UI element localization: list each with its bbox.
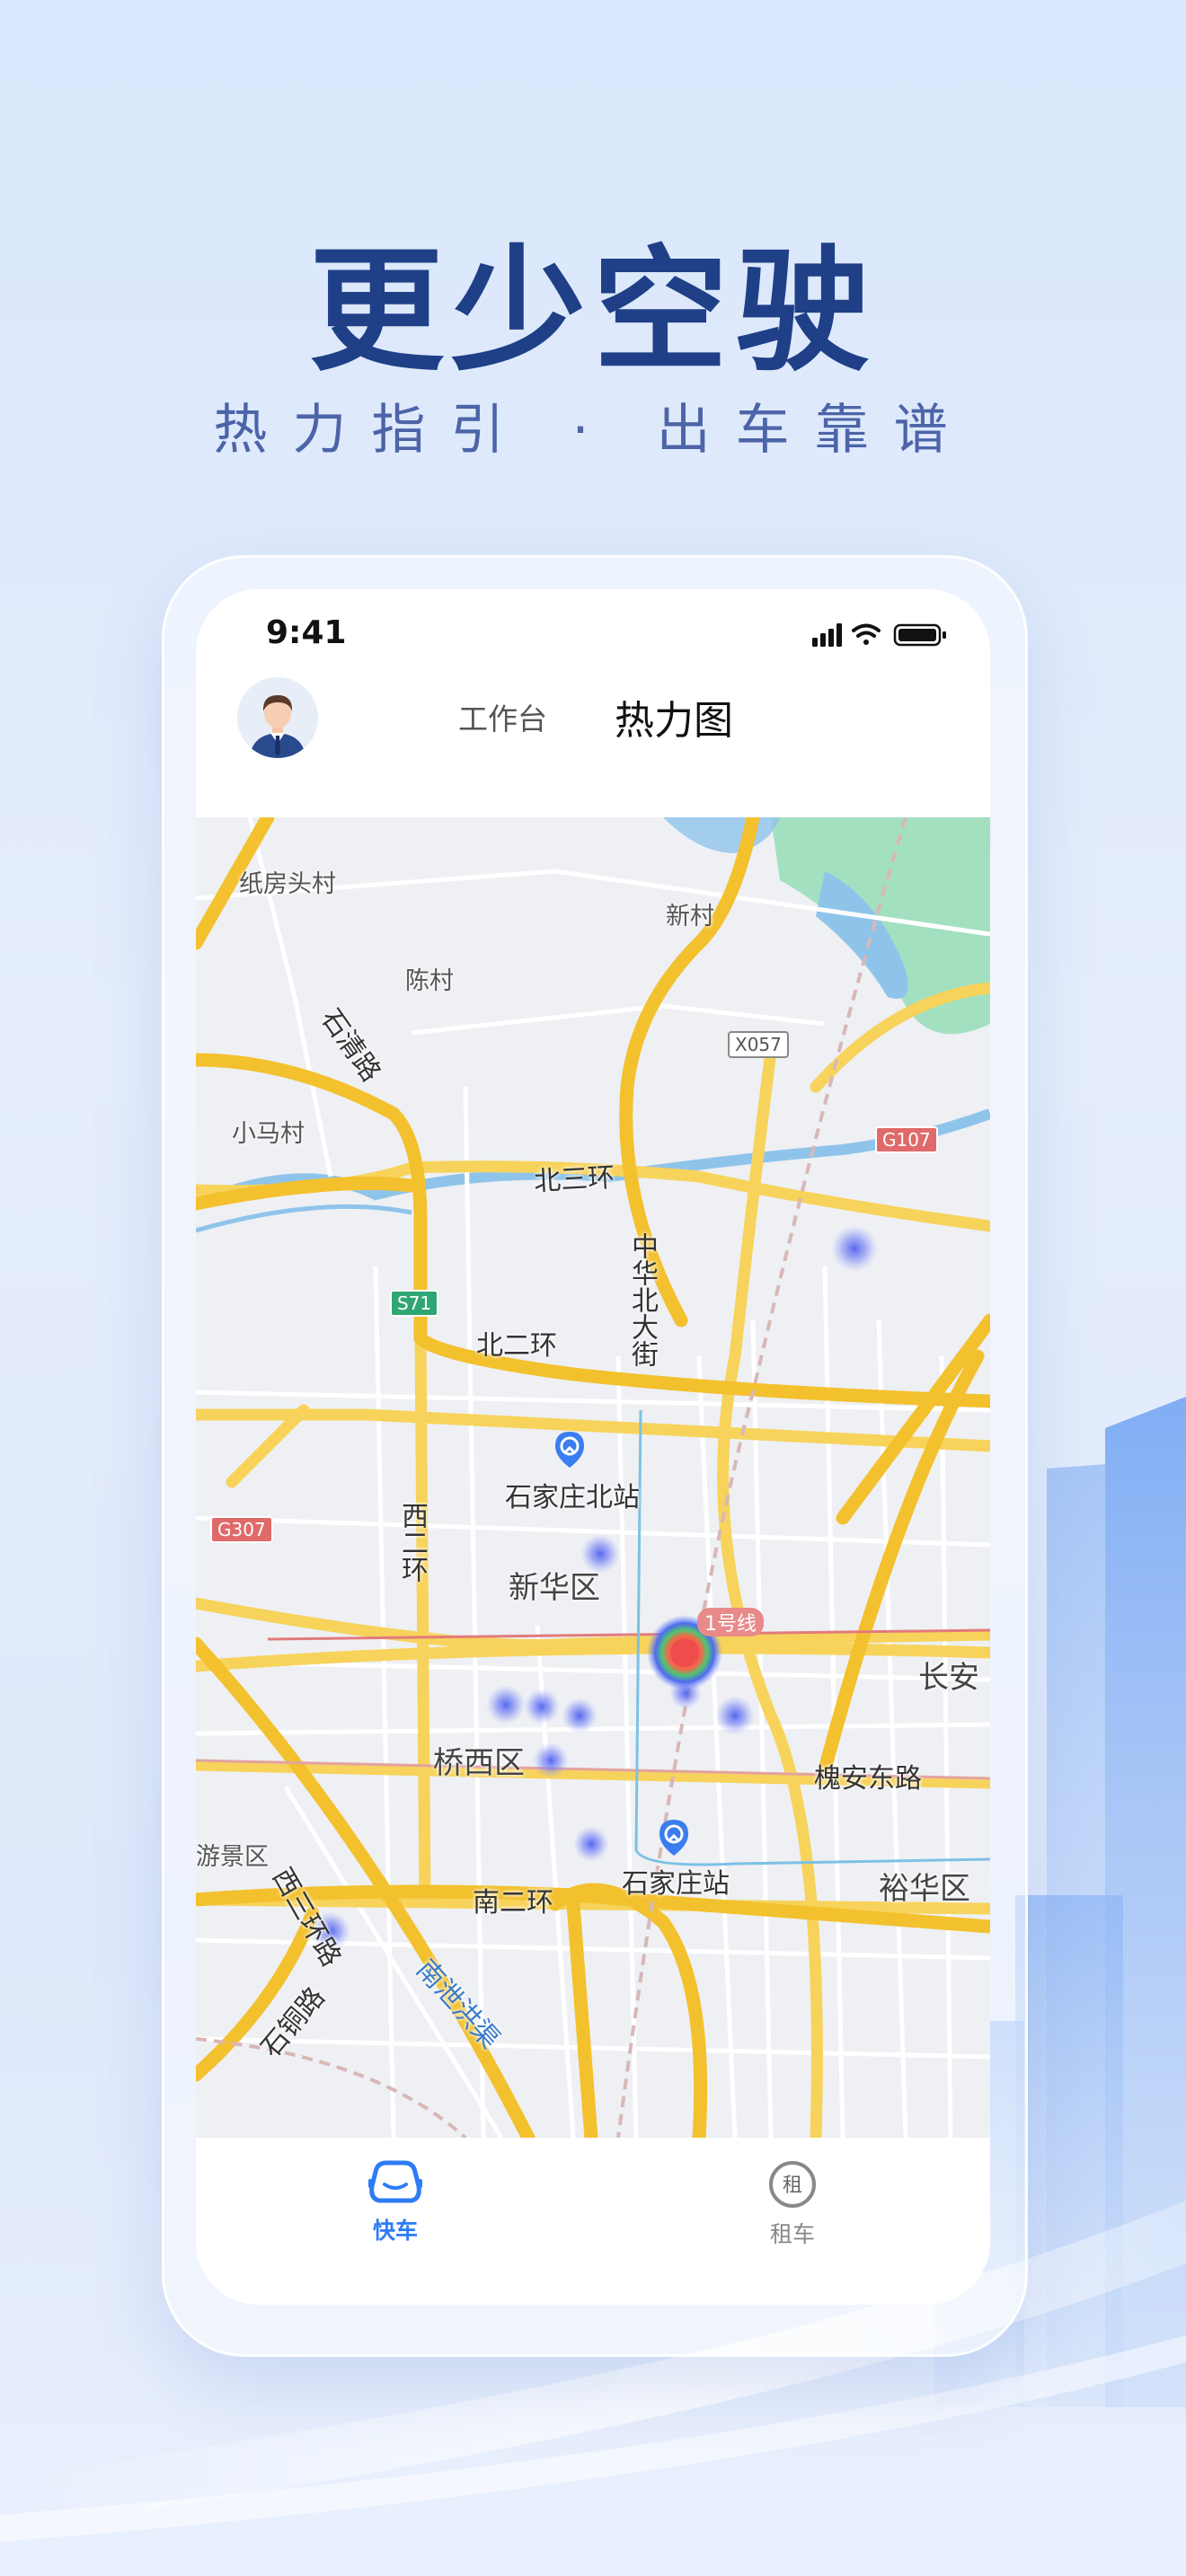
place-label: 游景区 xyxy=(196,1843,269,1871)
tab-heatmap[interactable]: 热力图 xyxy=(615,688,733,745)
station-label[interactable]: 石家庄站 xyxy=(622,1861,730,1901)
zuche-icon-char: 租 xyxy=(783,2175,802,2197)
road-shield: G307 xyxy=(210,1516,273,1543)
place-label: 纸房头村 xyxy=(239,870,336,898)
district-label: 新华区 xyxy=(509,1570,600,1606)
road-shield: G107 xyxy=(875,1126,938,1153)
status-icons xyxy=(812,623,946,647)
tab-zuche-label: 租车 xyxy=(769,2221,815,2247)
bottom-tabbar: 快车 租 租车 xyxy=(196,2138,990,2305)
road-label: 北二环 xyxy=(476,1330,557,1362)
railway-station-icon[interactable] xyxy=(656,1818,692,1857)
road-shield: S71 xyxy=(390,1290,439,1317)
headline: 更少空驶 xyxy=(308,234,877,390)
station-label[interactable]: 石家庄北站 xyxy=(505,1475,640,1514)
tab-zuche[interactable]: 租 租车 xyxy=(730,2159,855,2249)
place-label: 陈村 xyxy=(405,967,454,995)
driver-avatar-icon[interactable] xyxy=(237,677,318,758)
district-label: 裕华区 xyxy=(879,1871,970,1907)
road-label: 北三环 xyxy=(533,1161,616,1198)
road-label: 中华北大街 xyxy=(626,1232,658,1367)
district-label: 长安 xyxy=(918,1660,979,1696)
tab-kuaiche-label: 快车 xyxy=(372,2218,418,2244)
place-label: 小马村 xyxy=(232,1120,305,1148)
battery-icon xyxy=(893,623,946,647)
road-label: 南二环 xyxy=(473,1887,553,1919)
place-label: 新村 xyxy=(666,903,714,931)
status-bar: 9:41 xyxy=(196,589,990,679)
road-shield: X057 xyxy=(728,1031,789,1058)
heat-map[interactable]: 纸房头村 新村 陈村 小马村 新华区 桥西区 裕华区 长安 游景区 石清路 北三… xyxy=(196,817,990,2138)
signal-icon xyxy=(812,623,842,647)
status-time: 9:41 xyxy=(266,614,347,651)
district-label: 桥西区 xyxy=(433,1745,525,1781)
rent-circle-icon: 租 xyxy=(769,2161,816,2208)
road-label: 西二环 xyxy=(396,1502,428,1583)
road-label: 槐安东路 xyxy=(814,1763,922,1795)
tab-workbench[interactable]: 工作台 xyxy=(458,695,547,738)
metro-line-label: 1号线 xyxy=(697,1608,764,1636)
tab-kuaiche[interactable]: 快车 xyxy=(332,2159,458,2245)
wifi-icon xyxy=(852,623,881,645)
railway-station-icon[interactable] xyxy=(552,1430,588,1469)
phone-screen: 9:41 工作台 热力图 纸房头村 新村 陈村 小马村 新华区 桥西区 裕华区 … xyxy=(196,589,990,2305)
subline: 热力指引 · 出车靠谱 xyxy=(213,399,973,462)
car-icon xyxy=(368,2160,422,2203)
